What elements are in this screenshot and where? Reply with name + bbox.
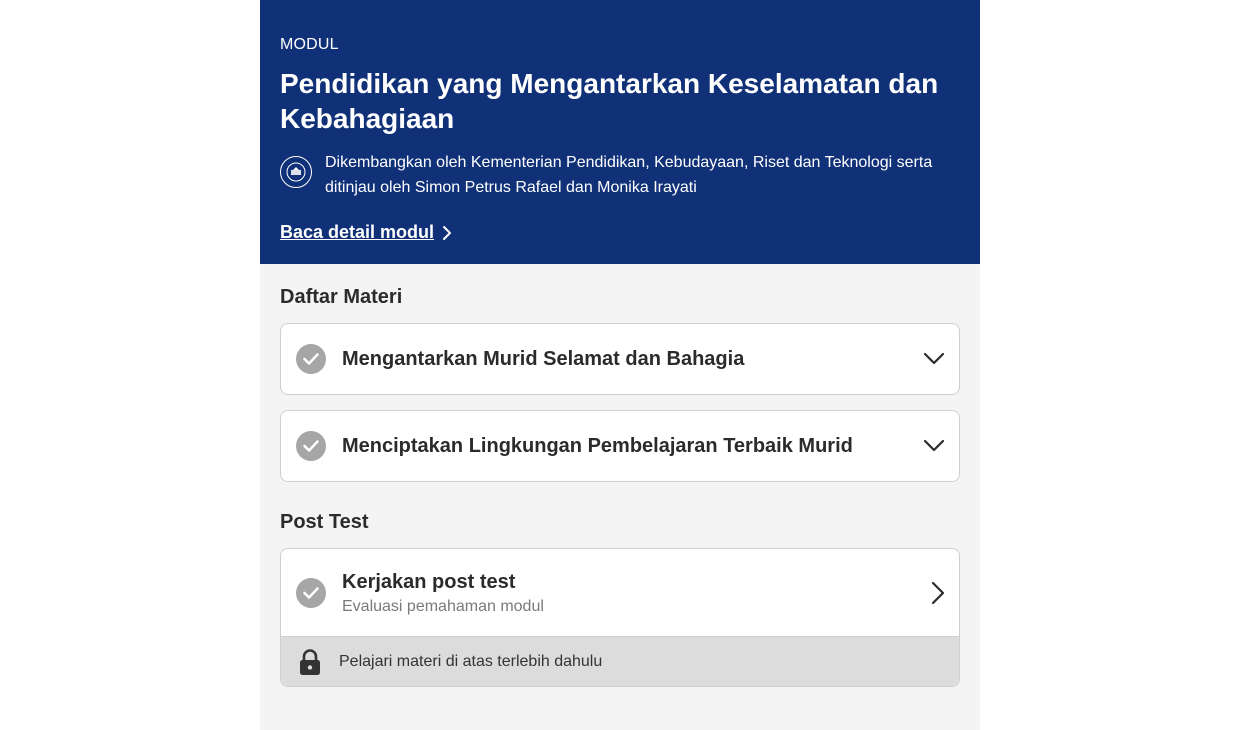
- post-test-title: Kerjakan post test: [342, 571, 516, 593]
- module-byline: Dikembangkan oleh Kementerian Pendidikan…: [280, 150, 960, 200]
- materials-section-title: Daftar Materi: [280, 286, 403, 308]
- module-header: MODUL Pendidikan yang Mengantarkan Kesel…: [260, 0, 980, 264]
- lock-message: Pelajari materi di atas terlebih dahulu: [339, 652, 603, 670]
- ministry-logo-icon: [280, 156, 312, 188]
- byline-text: Dikembangkan oleh Kementerian Pendidikan…: [325, 154, 933, 196]
- material-item[interactable]: Menciptakan Lingkungan Pembelajaran Terb…: [280, 410, 960, 482]
- post-test-card: Kerjakan post test Evaluasi pemahaman mo…: [280, 548, 960, 687]
- chevron-down-icon[interactable]: [923, 352, 945, 366]
- detail-link-label: Baca detail modul: [280, 222, 435, 242]
- material-item-label: Menciptakan Lingkungan Pembelajaran Terb…: [342, 434, 853, 457]
- check-circle-icon: [296, 577, 326, 608]
- module-page: MODUL Pendidikan yang Mengantarkan Kesel…: [260, 0, 980, 730]
- chevron-down-icon[interactable]: [923, 439, 945, 453]
- material-item-label: Mengantarkan Murid Selamat dan Bahagia: [342, 347, 745, 370]
- read-module-detail-link[interactable]: Baca detail modul: [280, 222, 452, 243]
- post-test-text: Kerjakan post test Evaluasi pemahaman mo…: [342, 569, 931, 616]
- post-test-section-title: Post Test: [280, 511, 369, 533]
- module-title: Pendidikan yang Mengantarkan Keselamatan…: [280, 68, 939, 134]
- lock-icon: [300, 648, 320, 675]
- chevron-right-icon: [443, 225, 452, 240]
- module-body: Daftar Materi Mengantarkan Murid Selamat…: [260, 264, 980, 687]
- material-item[interactable]: Mengantarkan Murid Selamat dan Bahagia: [280, 323, 960, 395]
- check-circle-icon: [296, 344, 326, 374]
- chevron-right-icon: [931, 581, 945, 604]
- module-eyebrow: MODUL: [280, 36, 339, 53]
- post-test-button[interactable]: Kerjakan post test Evaluasi pemahaman mo…: [281, 549, 959, 636]
- post-test-subtitle: Evaluasi pemahaman modul: [342, 598, 544, 615]
- post-test-lock-notice: Pelajari materi di atas terlebih dahulu: [281, 636, 959, 686]
- check-circle-icon: [296, 431, 326, 461]
